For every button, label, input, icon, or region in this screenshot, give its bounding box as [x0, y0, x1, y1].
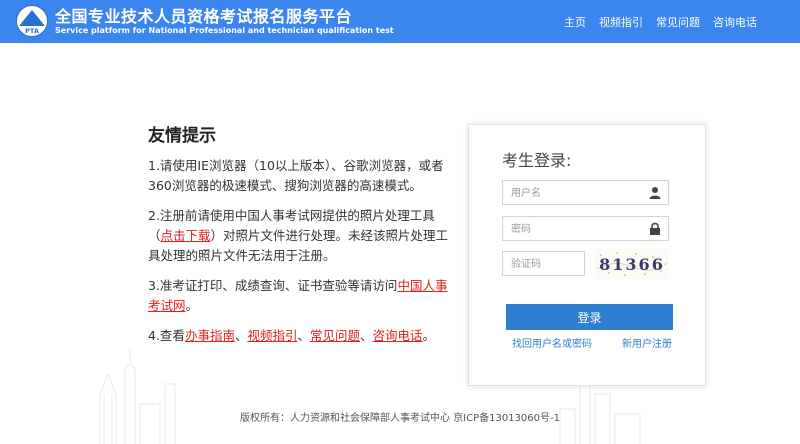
- separator: 、: [360, 328, 373, 343]
- faq-link[interactable]: 常见问题: [310, 328, 360, 343]
- tip-4-text-b: 。: [422, 328, 436, 343]
- footer-copyright: 版权所有：人力资源和社会保障部人事考试中心 京ICP备13013060号-1: [239, 413, 560, 424]
- video-guide-link[interactable]: 视频指引: [247, 328, 297, 343]
- tip-4-text-a: 4.查看: [148, 328, 185, 343]
- site-subtitle: Service platform for National Profession…: [55, 26, 394, 35]
- header-bar: PTA 全国专业技术人员资格考试报名服务平台 Service platform …: [0, 0, 800, 43]
- tips-section: 友情提示 1.请使用IE浏览器（10以上版本）、谷歌浏览器，或者360浏览器的极…: [148, 121, 458, 356]
- password-input[interactable]: [503, 218, 641, 241]
- captcha-image[interactable]: 81366: [595, 249, 669, 279]
- username-input[interactable]: [503, 182, 641, 205]
- top-nav: 主页 视频指引 常见问题 咨询电话: [564, 14, 757, 30]
- login-title: 考生登录:: [502, 151, 572, 170]
- pta-logo: PTA: [16, 5, 48, 37]
- login-button[interactable]: 登录: [506, 304, 673, 330]
- password-field: [502, 216, 669, 241]
- hotline-link[interactable]: 咨询电话: [373, 328, 423, 343]
- tip-3: 3.准考证打印、成绩查询、证书查验等请访问中国人事考试网。: [148, 276, 458, 316]
- guide-link[interactable]: 办事指南: [185, 328, 235, 343]
- logo-text: PTA: [25, 27, 39, 35]
- nav-video-guide[interactable]: 视频指引: [599, 14, 643, 30]
- tip-2: 2.注册前请使用中国人事考试网提供的照片处理工具（点击下载）对照片文件进行处理。…: [148, 206, 458, 266]
- download-tool-link[interactable]: 点击下载: [161, 228, 211, 243]
- tip-3-text-a: 3.准考证打印、成绩查询、证书查验等请访问: [148, 278, 398, 293]
- forgot-account-link[interactable]: 找回用户名或密码: [512, 335, 592, 350]
- user-icon: [649, 187, 661, 199]
- captcha-input[interactable]: [503, 253, 585, 276]
- separator: 、: [234, 328, 248, 343]
- login-panel: 考生登录: 81366 登录 找回用户名或密码 新用户注册: [468, 124, 706, 386]
- tip-4: 4.查看办事指南、视频指引、常见问题、咨询电话。: [148, 326, 458, 346]
- captcha-field: [502, 251, 585, 276]
- site-title: 全国专业技术人员资格考试报名服务平台: [55, 7, 353, 26]
- tip-1: 1.请使用IE浏览器（10以上版本）、谷歌浏览器，或者360浏览器的极速模式、搜…: [148, 158, 444, 193]
- nav-faq[interactable]: 常见问题: [656, 14, 700, 30]
- lock-icon: [650, 222, 660, 235]
- captcha-text: 81366: [599, 255, 665, 274]
- username-field: [502, 180, 669, 205]
- tip-3-text-b: 。: [185, 298, 199, 313]
- separator: 、: [297, 328, 310, 343]
- tips-heading: 友情提示: [148, 126, 216, 146]
- account-links: 找回用户名或密码 新用户注册: [512, 335, 672, 350]
- nav-home[interactable]: 主页: [564, 14, 586, 30]
- nav-hotline[interactable]: 咨询电话: [713, 14, 757, 30]
- register-link[interactable]: 新用户注册: [622, 335, 672, 350]
